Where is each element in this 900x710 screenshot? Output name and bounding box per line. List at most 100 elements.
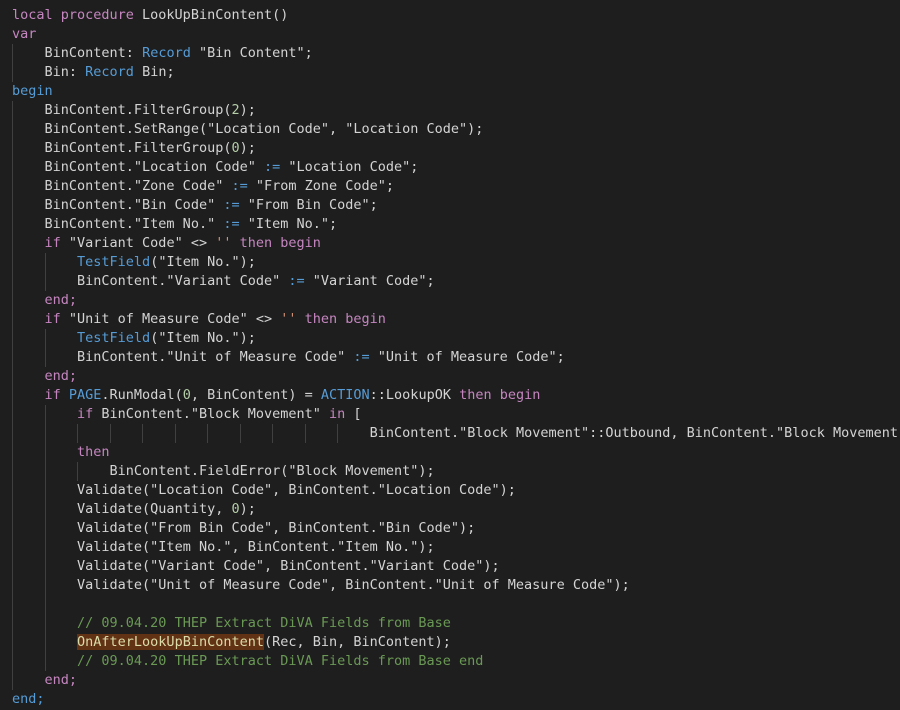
code-line[interactable]: BinContent: Record "Bin Content"; <box>0 44 900 63</box>
code-token: ); <box>239 501 256 517</box>
code-token: BinContent."Location Code" <box>44 159 264 175</box>
code-line[interactable]: BinContent.FieldError("Block Movement"); <box>0 462 900 481</box>
code-line[interactable]: BinContent.SetRange("Location Code", "Lo… <box>0 120 900 139</box>
code-token: end; <box>44 672 78 688</box>
code-token: if <box>44 387 69 403</box>
indent-guide <box>12 120 13 139</box>
indent-guide <box>109 424 111 443</box>
code-line[interactable]: OnAfterLookUpBinContent(Rec, Bin, BinCon… <box>0 633 900 652</box>
indent-guide <box>12 291 13 310</box>
code-line[interactable]: BinContent."Location Code" := "Location … <box>0 158 900 177</box>
code-token: end; <box>44 292 78 308</box>
code-line[interactable]: Validate(Quantity, 0); <box>0 500 900 519</box>
indent-guide <box>12 177 13 196</box>
code-token: ("Item No."); <box>150 330 256 346</box>
code-token: ACTION <box>320 387 370 403</box>
code-line[interactable]: Validate("Location Code", BinContent."Lo… <box>0 481 900 500</box>
code-token: if <box>77 406 102 422</box>
indent-guide <box>44 405 46 424</box>
code-line[interactable]: BinContent."Unit of Measure Code" := "Un… <box>0 348 900 367</box>
code-token: then begin <box>296 311 386 327</box>
code-token: BinContent."Block Movement" <box>101 406 329 422</box>
indent-guide <box>44 424 46 443</box>
code-token: "Variant Code" <> <box>68 235 216 251</box>
code-line[interactable] <box>0 595 900 614</box>
code-line[interactable]: if BinContent."Block Movement" in [ <box>0 405 900 424</box>
code-line[interactable]: Bin: Record Bin; <box>0 63 900 82</box>
code-line[interactable]: Validate("From Bin Code", BinContent."Bi… <box>0 519 900 538</box>
code-line[interactable]: if "Unit of Measure Code" <> '' then beg… <box>0 310 900 329</box>
indent-guide <box>44 481 46 500</box>
indent-guide <box>12 462 13 481</box>
code-token: 0 <box>231 140 240 156</box>
code-line[interactable]: BinContent.FilterGroup(0); <box>0 139 900 158</box>
code-line[interactable]: Validate("Item No.", BinContent."Item No… <box>0 538 900 557</box>
code-token: := <box>223 197 240 213</box>
code-token: "Unit of Measure Code" <> <box>68 311 281 327</box>
code-line[interactable]: var <box>0 25 900 44</box>
code-line[interactable]: end; <box>0 291 900 310</box>
code-token: Validate("From Bin Code", BinContent."Bi… <box>77 520 476 536</box>
code-token: then begin <box>231 235 321 251</box>
indent-guide <box>337 424 339 443</box>
code-token: Record <box>142 45 191 61</box>
code-comment: // 09.04.20 THEP Extract DiVA Fields fro… <box>77 653 484 669</box>
code-line[interactable]: local procedure LookUpBinContent() <box>0 6 900 25</box>
code-token: BinContent.FilterGroup( <box>44 102 232 118</box>
indent-guide <box>77 462 79 481</box>
code-line[interactable]: TestField("Item No."); <box>0 329 900 348</box>
code-line[interactable]: BinContent."Variant Code" := "Variant Co… <box>0 272 900 291</box>
code-editor[interactable]: local procedure LookUpBinContent() var Bin… <box>0 0 900 710</box>
code-token: 0 <box>231 501 240 517</box>
code-token: ("Item No."); <box>150 254 256 270</box>
code-line[interactable]: Validate("Unit of Measure Code", BinCont… <box>0 576 900 595</box>
code-line[interactable]: if PAGE.RunModal(0, BinContent) = ACTION… <box>0 386 900 405</box>
code-token: if <box>44 235 69 251</box>
indent-guide <box>44 633 46 652</box>
code-line[interactable]: TestField("Item No."); <box>0 253 900 272</box>
code-line[interactable]: BinContent."Zone Code" := "From Zone Cod… <box>0 177 900 196</box>
indent-guide <box>12 557 13 576</box>
code-line[interactable]: BinContent."Item No." := "Item No."; <box>0 215 900 234</box>
code-token: ); <box>239 140 256 156</box>
code-token: BinContent."Item No." <box>44 216 224 232</box>
code-token: var <box>12 26 37 42</box>
indent-guide <box>44 253 46 272</box>
code-token: := <box>288 273 305 289</box>
code-token: .RunModal( <box>101 387 183 403</box>
indent-guide <box>12 386 13 405</box>
code-line[interactable]: // 09.04.20 THEP Extract DiVA Fields fro… <box>0 614 900 633</box>
indent-guide <box>12 44 13 63</box>
indent-guide <box>12 329 13 348</box>
code-line[interactable]: then <box>0 443 900 462</box>
indent-guide <box>44 443 46 462</box>
code-line[interactable]: Validate("Variant Code", BinContent."Var… <box>0 557 900 576</box>
indent-guide <box>44 595 46 614</box>
indent-guide <box>44 329 46 348</box>
indent-guide <box>12 538 13 557</box>
code-line[interactable]: BinContent."Bin Code" := "From Bin Code"… <box>0 196 900 215</box>
indent-guide <box>44 272 46 291</box>
indent-guide <box>12 63 13 82</box>
code-token: in <box>329 406 346 422</box>
code-token: BinContent."Zone Code" <box>44 178 232 194</box>
code-token: begin <box>12 83 53 99</box>
code-line[interactable]: // 09.04.20 THEP Extract DiVA Fields fro… <box>0 652 900 671</box>
indent-guide <box>44 576 46 595</box>
code-line[interactable]: BinContent."Block Movement"::Outbound, B… <box>0 424 900 443</box>
code-line[interactable]: BinContent.FilterGroup(2); <box>0 101 900 120</box>
indent-guide <box>12 215 13 234</box>
indent-guide <box>12 481 13 500</box>
indent-guide <box>272 424 274 443</box>
code-token: Record <box>85 64 134 80</box>
code-line[interactable]: begin <box>0 82 900 101</box>
code-line[interactable]: if "Variant Code" <> '' then begin <box>0 234 900 253</box>
code-token: BinContent.FieldError("Block Movement"); <box>109 463 435 479</box>
code-line[interactable]: end; <box>0 671 900 690</box>
code-token: then begin <box>450 387 541 403</box>
code-token: "Location Code"; <box>280 159 419 175</box>
code-line[interactable]: end; <box>0 367 900 386</box>
code-line[interactable]: end; <box>0 690 900 709</box>
code-token: TestField <box>77 254 151 270</box>
code-token: "Unit of Measure Code"; <box>369 349 565 365</box>
